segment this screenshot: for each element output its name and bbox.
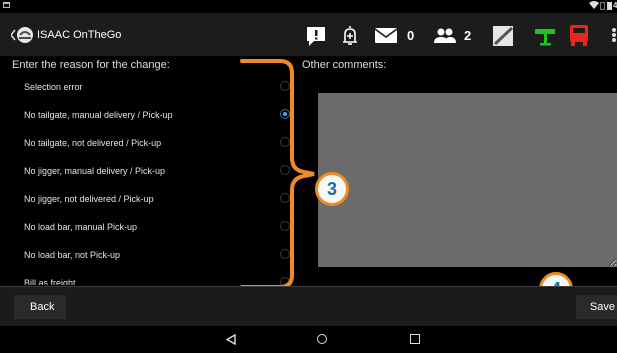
reason-label: No jigger, manual delivery / Pick-up: [24, 166, 166, 176]
save-button[interactable]: Save: [576, 295, 617, 319]
edit-icon[interactable]: [492, 22, 514, 48]
overflow-menu-icon[interactable]: [608, 22, 617, 48]
battery-icon: [607, 2, 612, 10]
app-title: ISAAC OnTheGo: [37, 29, 122, 41]
action-bar: Back Save: [0, 286, 617, 326]
app-bar: ISAAC OnTheGo 0 2: [0, 13, 617, 56]
messages-count: 0: [407, 28, 415, 43]
back-button[interactable]: Back: [14, 295, 66, 319]
truck-icon[interactable]: [568, 22, 590, 48]
reason-label: Bill as freight: [24, 278, 76, 285]
reason-label: No load bar, manual Pick-up: [24, 222, 138, 232]
users-icon[interactable]: [433, 22, 457, 48]
nav-recent-icon[interactable]: [410, 334, 420, 344]
annotation-callout-3: 3: [315, 172, 349, 206]
annotation-bracket: [240, 59, 315, 289]
alert-icon[interactable]: [306, 22, 326, 48]
app-logo-icon[interactable]: [11, 26, 35, 44]
wifi-icon: [589, 1, 599, 9]
reason-label: No tailgate, not delivered / Pick-up: [24, 138, 162, 148]
reason-label: No tailgate, manual delivery / Pick-up: [24, 110, 173, 120]
clock: 4: [613, 1, 617, 10]
comments-textarea[interactable]: [318, 93, 617, 267]
reason-label: Selection error: [24, 82, 83, 92]
system-nav-bar: [0, 326, 617, 353]
status-bar: 4: [0, 0, 617, 12]
sim-icon: [600, 2, 605, 10]
mail-icon[interactable]: [374, 22, 398, 48]
signpost-icon[interactable]: [534, 22, 556, 48]
notification-icon: [3, 2, 10, 8]
users-count: 2: [464, 28, 472, 43]
reason-heading: Enter the reason for the change:: [12, 59, 170, 71]
nav-home-icon[interactable]: [317, 334, 327, 344]
nav-back-icon[interactable]: [226, 334, 236, 345]
bell-icon[interactable]: [342, 22, 358, 48]
reason-label: No jigger, not delivered / Pick-up: [24, 194, 154, 204]
reason-label: No load bar, not Pick-up: [24, 250, 121, 260]
